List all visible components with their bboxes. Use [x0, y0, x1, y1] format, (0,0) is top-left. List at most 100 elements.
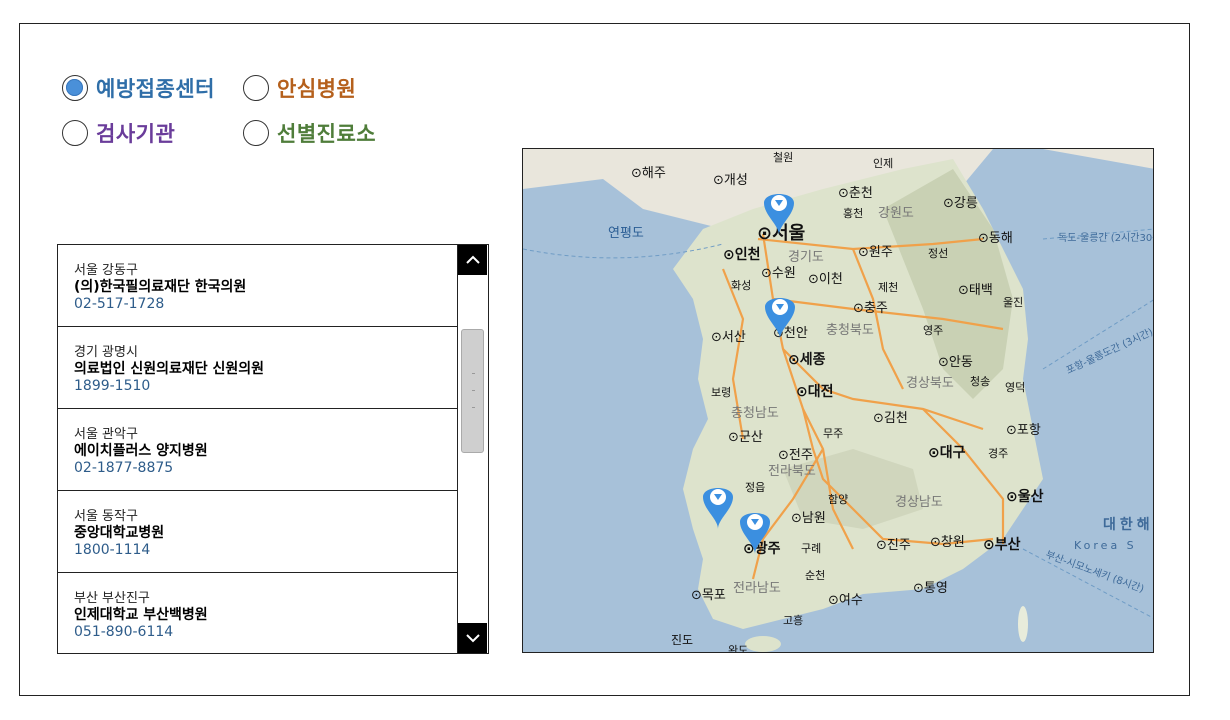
item-name: 중앙대학교병원 — [74, 525, 165, 541]
svg-text:⊙세종: ⊙세종 — [788, 352, 826, 368]
svg-text:⊙부산: ⊙부산 — [983, 536, 1021, 553]
list-item[interactable]: 서울 강동구 (의)한국필의료재단 한국의원 02-517-1728 — [58, 245, 460, 327]
facility-list: 서울 강동구 (의)한국필의료재단 한국의원 02-517-1728 경기 광명… — [57, 244, 489, 654]
svg-text:⊙울산: ⊙울산 — [1006, 488, 1044, 505]
svg-text:울진: 울진 — [1003, 296, 1023, 309]
chevron-down-icon — [465, 634, 480, 643]
radio-circle[interactable] — [243, 120, 269, 146]
svg-text:구례: 구례 — [801, 542, 821, 555]
scroll-thumb[interactable] — [461, 329, 484, 453]
item-phone: 051-890-6114 — [74, 624, 174, 640]
svg-text:홍천: 홍천 — [843, 206, 863, 220]
svg-text:⊙통영: ⊙통영 — [913, 581, 948, 596]
svg-text:정선: 정선 — [928, 247, 948, 260]
svg-text:완도: 완도 — [728, 644, 748, 653]
svg-text:⊙대전: ⊙대전 — [796, 383, 834, 400]
svg-text:포항-울릉도간 (3시간): 포항-울릉도간 (3시간) — [1064, 326, 1154, 377]
chevron-up-icon — [465, 255, 480, 264]
svg-text:⊙인천: ⊙인천 — [723, 246, 761, 263]
radio-circle[interactable] — [62, 75, 88, 101]
svg-text:전라남도: 전라남도 — [733, 581, 781, 596]
item-name: (의)한국필의료재단 한국의원 — [74, 279, 247, 295]
svg-text:⊙광주: ⊙광주 — [743, 540, 781, 557]
radio-testing-institution[interactable]: 검사기관 — [62, 118, 175, 148]
item-name: 에이치플러스 양지병원 — [74, 443, 208, 459]
svg-text:제천: 제천 — [878, 280, 898, 294]
svg-text:⊙해주: ⊙해주 — [631, 166, 666, 181]
svg-text:전라북도: 전라북도 — [768, 464, 816, 479]
item-phone: 1800-1114 — [74, 542, 151, 558]
radio-label: 안심병원 — [277, 77, 357, 101]
svg-text:⊙여수: ⊙여수 — [828, 593, 863, 608]
svg-text:⊙군산: ⊙군산 — [728, 430, 763, 445]
svg-text:⊙동해: ⊙동해 — [978, 231, 1013, 246]
svg-text:⊙남원: ⊙남원 — [791, 511, 826, 526]
svg-text:영주: 영주 — [923, 324, 943, 337]
item-name: 인제대학교 부산백병원 — [74, 607, 208, 623]
radio-vaccination-center[interactable]: 예방접종센터 — [62, 73, 215, 103]
radio-safe-hospital[interactable]: 안심병원 — [243, 73, 356, 103]
svg-text:함양: 함양 — [828, 493, 848, 506]
map-canvas: ⊙해주 ⊙개성 철원 인제 ⊙춘천 홍천 강원도 ⊙강릉 ⊙서울 연평도 ⊙인천… — [523, 149, 1154, 653]
list-item[interactable]: 부산 부산진구 인제대학교 부산백병원 051-890-6114 — [58, 573, 460, 653]
svg-text:⊙목포: ⊙목포 — [691, 588, 726, 603]
list-scrollbar[interactable] — [457, 245, 488, 653]
list-item[interactable]: 경기 광명시 의료법인 신원의료재단 신원의원 1899-1510 — [58, 327, 460, 409]
svg-text:경주: 경주 — [988, 447, 1008, 460]
svg-text:연평도: 연평도 — [608, 226, 644, 241]
svg-text:⊙안동: ⊙안동 — [938, 355, 973, 370]
svg-text:독도-울릉간 (2시간30분): 독도-울릉간 (2시간30분) — [1058, 232, 1154, 244]
svg-text:무주: 무주 — [823, 427, 843, 440]
svg-text:⊙이천: ⊙이천 — [808, 272, 843, 287]
radio-label: 검사기관 — [96, 122, 176, 146]
svg-text:경상북도: 경상북도 — [906, 376, 954, 391]
svg-text:⊙태백: ⊙태백 — [958, 283, 993, 298]
svg-text:부산-시모노세키 (8시간): 부산-시모노세키 (8시간) — [1044, 549, 1146, 596]
svg-text:순천: 순천 — [805, 568, 825, 582]
korea-map[interactable]: ⊙해주 ⊙개성 철원 인제 ⊙춘천 홍천 강원도 ⊙강릉 ⊙서울 연평도 ⊙인천… — [522, 148, 1154, 653]
svg-text:경기도: 경기도 — [788, 250, 824, 265]
svg-text:경상남도: 경상남도 — [895, 495, 943, 510]
svg-text:충청남도: 충청남도 — [731, 406, 779, 421]
svg-text:대한해: 대한해 — [1103, 517, 1154, 533]
item-phone: 1899-1510 — [74, 378, 151, 394]
radio-label: 예방접종센터 — [96, 77, 215, 101]
radio-screening-clinic[interactable]: 선별진료소 — [243, 118, 376, 148]
sea-labels: 독도-울릉간 (2시간30분) 포항-울릉도간 (3시간) 부산-시모노세키 (… — [1044, 232, 1154, 596]
svg-text:철원: 철원 — [773, 151, 793, 164]
svg-text:⊙진주: ⊙진주 — [876, 538, 911, 553]
svg-text:고흥: 고흥 — [783, 613, 803, 627]
svg-text:⊙포항: ⊙포항 — [1006, 423, 1041, 438]
svg-text:Korea S: Korea S — [1074, 539, 1137, 552]
item-name: 의료법인 신원의료재단 신원의원 — [74, 361, 265, 377]
svg-text:화성: 화성 — [731, 279, 751, 292]
radio-circle[interactable] — [62, 120, 88, 146]
svg-text:⊙서산: ⊙서산 — [711, 330, 746, 345]
svg-text:강원도: 강원도 — [878, 206, 914, 221]
svg-text:⊙강릉: ⊙강릉 — [943, 196, 978, 211]
radio-circle[interactable] — [243, 75, 269, 101]
svg-text:보령: 보령 — [711, 386, 731, 399]
item-phone: 02-1877-8875 — [74, 460, 174, 476]
svg-text:청송: 청송 — [970, 375, 990, 388]
svg-text:정읍: 정읍 — [745, 481, 765, 494]
svg-text:⊙원주: ⊙원주 — [858, 245, 893, 260]
list-item[interactable]: 서울 동작구 중앙대학교병원 1800-1114 — [58, 491, 460, 573]
item-phone: 02-517-1728 — [74, 296, 165, 312]
svg-text:영덕: 영덕 — [1005, 381, 1025, 394]
svg-text:⊙충주: ⊙충주 — [853, 301, 888, 316]
svg-text:⊙전주: ⊙전주 — [778, 448, 813, 463]
scroll-down-button[interactable] — [458, 623, 487, 653]
svg-text:충청북도: 충청북도 — [826, 323, 874, 338]
radio-label: 선별진료소 — [277, 122, 377, 146]
svg-text:⊙춘천: ⊙춘천 — [838, 186, 873, 201]
svg-text:⊙개성: ⊙개성 — [713, 173, 748, 188]
svg-text:인제: 인제 — [873, 157, 893, 170]
svg-text:⊙대구: ⊙대구 — [928, 445, 966, 461]
scroll-up-button[interactable] — [458, 245, 487, 275]
svg-text:진도: 진도 — [671, 633, 693, 647]
svg-text:⊙수원: ⊙수원 — [761, 266, 796, 281]
list-item[interactable]: 서울 관악구 에이치플러스 양지병원 02-1877-8875 — [58, 409, 460, 491]
svg-text:⊙창원: ⊙창원 — [930, 535, 965, 550]
svg-text:⊙김천: ⊙김천 — [873, 411, 908, 426]
